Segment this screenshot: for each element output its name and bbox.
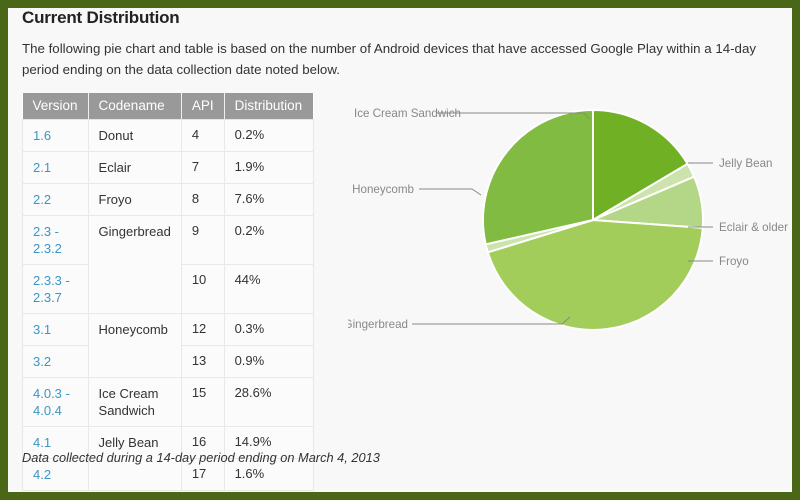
distribution-pie-chart: Ice Cream Sandwich Honeycomb Gingerbread…	[348, 88, 792, 358]
cell-version[interactable]: 2.3.3 - 2.3.7	[22, 264, 89, 314]
pie-label-honeycomb: Honeycomb	[352, 183, 414, 196]
column-header-codename: Codename	[88, 93, 182, 120]
pie-label-eclair-older: Eclair & older	[719, 221, 788, 234]
cell-distribution: 0.3%	[224, 313, 314, 346]
cell-api: 4	[181, 119, 225, 152]
cell-api: 15	[181, 377, 225, 427]
cell-version[interactable]: 4.0.3 - 4.0.4	[22, 377, 89, 427]
pie-label-froyo: Froyo	[719, 255, 749, 268]
table-row: 4.0.3 - 4.0.4 Ice Cream Sandwich 15 28.6…	[22, 377, 314, 427]
cell-codename: Gingerbread	[88, 215, 182, 314]
cell-codename: Donut	[88, 119, 182, 152]
cell-version[interactable]: 1.6	[22, 119, 89, 152]
page-title: Current Distribution	[22, 8, 180, 27]
cell-distribution: 44%	[224, 264, 314, 314]
pie-slices	[482, 108, 704, 331]
cell-version[interactable]: 3.2	[22, 345, 89, 378]
column-header-version: Version	[22, 93, 89, 120]
table-row: 3.1 Honeycomb 12 0.3%	[22, 313, 314, 378]
cell-api: 10	[181, 264, 225, 314]
table-row: 2.3 - 2.3.2 Gingerbread 9 0.2%	[22, 215, 314, 314]
column-header-api: API	[181, 93, 225, 120]
cell-distribution: 0.2%	[224, 119, 314, 152]
cell-distribution: 0.2%	[224, 215, 314, 265]
pie-label-jelly-bean: Jelly Bean	[719, 157, 773, 170]
column-header-distribution: Distribution	[224, 93, 314, 120]
cell-api: 7	[181, 151, 225, 184]
cell-api: 12	[181, 313, 225, 346]
table-row: 2.2 Froyo 8 7.6%	[22, 183, 314, 216]
cell-distribution: 1.9%	[224, 151, 314, 184]
cell-version[interactable]: 3.1	[22, 313, 89, 346]
cell-distribution: 0.9%	[224, 345, 314, 378]
pie-label-gingerbread: Gingerbread	[348, 318, 408, 331]
cell-codename: Honeycomb	[88, 313, 182, 378]
cell-distribution: 28.6%	[224, 377, 314, 427]
footnote: Data collected during a 14-day period en…	[22, 450, 380, 465]
distribution-table: Version Codename API Distribution 1.6 Do…	[22, 93, 314, 491]
cell-version[interactable]: 2.2	[22, 183, 89, 216]
cell-codename: Froyo	[88, 183, 182, 216]
table-row: 1.6 Donut 4 0.2%	[22, 119, 314, 152]
cell-version[interactable]: 2.3 - 2.3.2	[22, 215, 89, 265]
cell-distribution: 7.6%	[224, 183, 314, 216]
cell-api: 13	[181, 345, 225, 378]
cell-api: 9	[181, 215, 225, 265]
table-header-row: Version Codename API Distribution	[22, 93, 314, 120]
cell-version[interactable]: 2.1	[22, 151, 89, 184]
cell-codename: Eclair	[88, 151, 182, 184]
pie-slice-ice-cream-sandwich[interactable]	[482, 108, 594, 246]
leader-line-honeycomb	[419, 188, 482, 196]
pie-label-ice-cream-sandwich: Ice Cream Sandwich	[354, 107, 461, 120]
distribution-panel: Current Distribution The following pie c…	[8, 8, 792, 492]
table-row: 2.1 Eclair 7 1.9%	[22, 151, 314, 184]
cell-codename: Ice Cream Sandwich	[88, 377, 182, 427]
intro-paragraph: The following pie chart and table is bas…	[22, 41, 756, 77]
cell-api: 8	[181, 183, 225, 216]
